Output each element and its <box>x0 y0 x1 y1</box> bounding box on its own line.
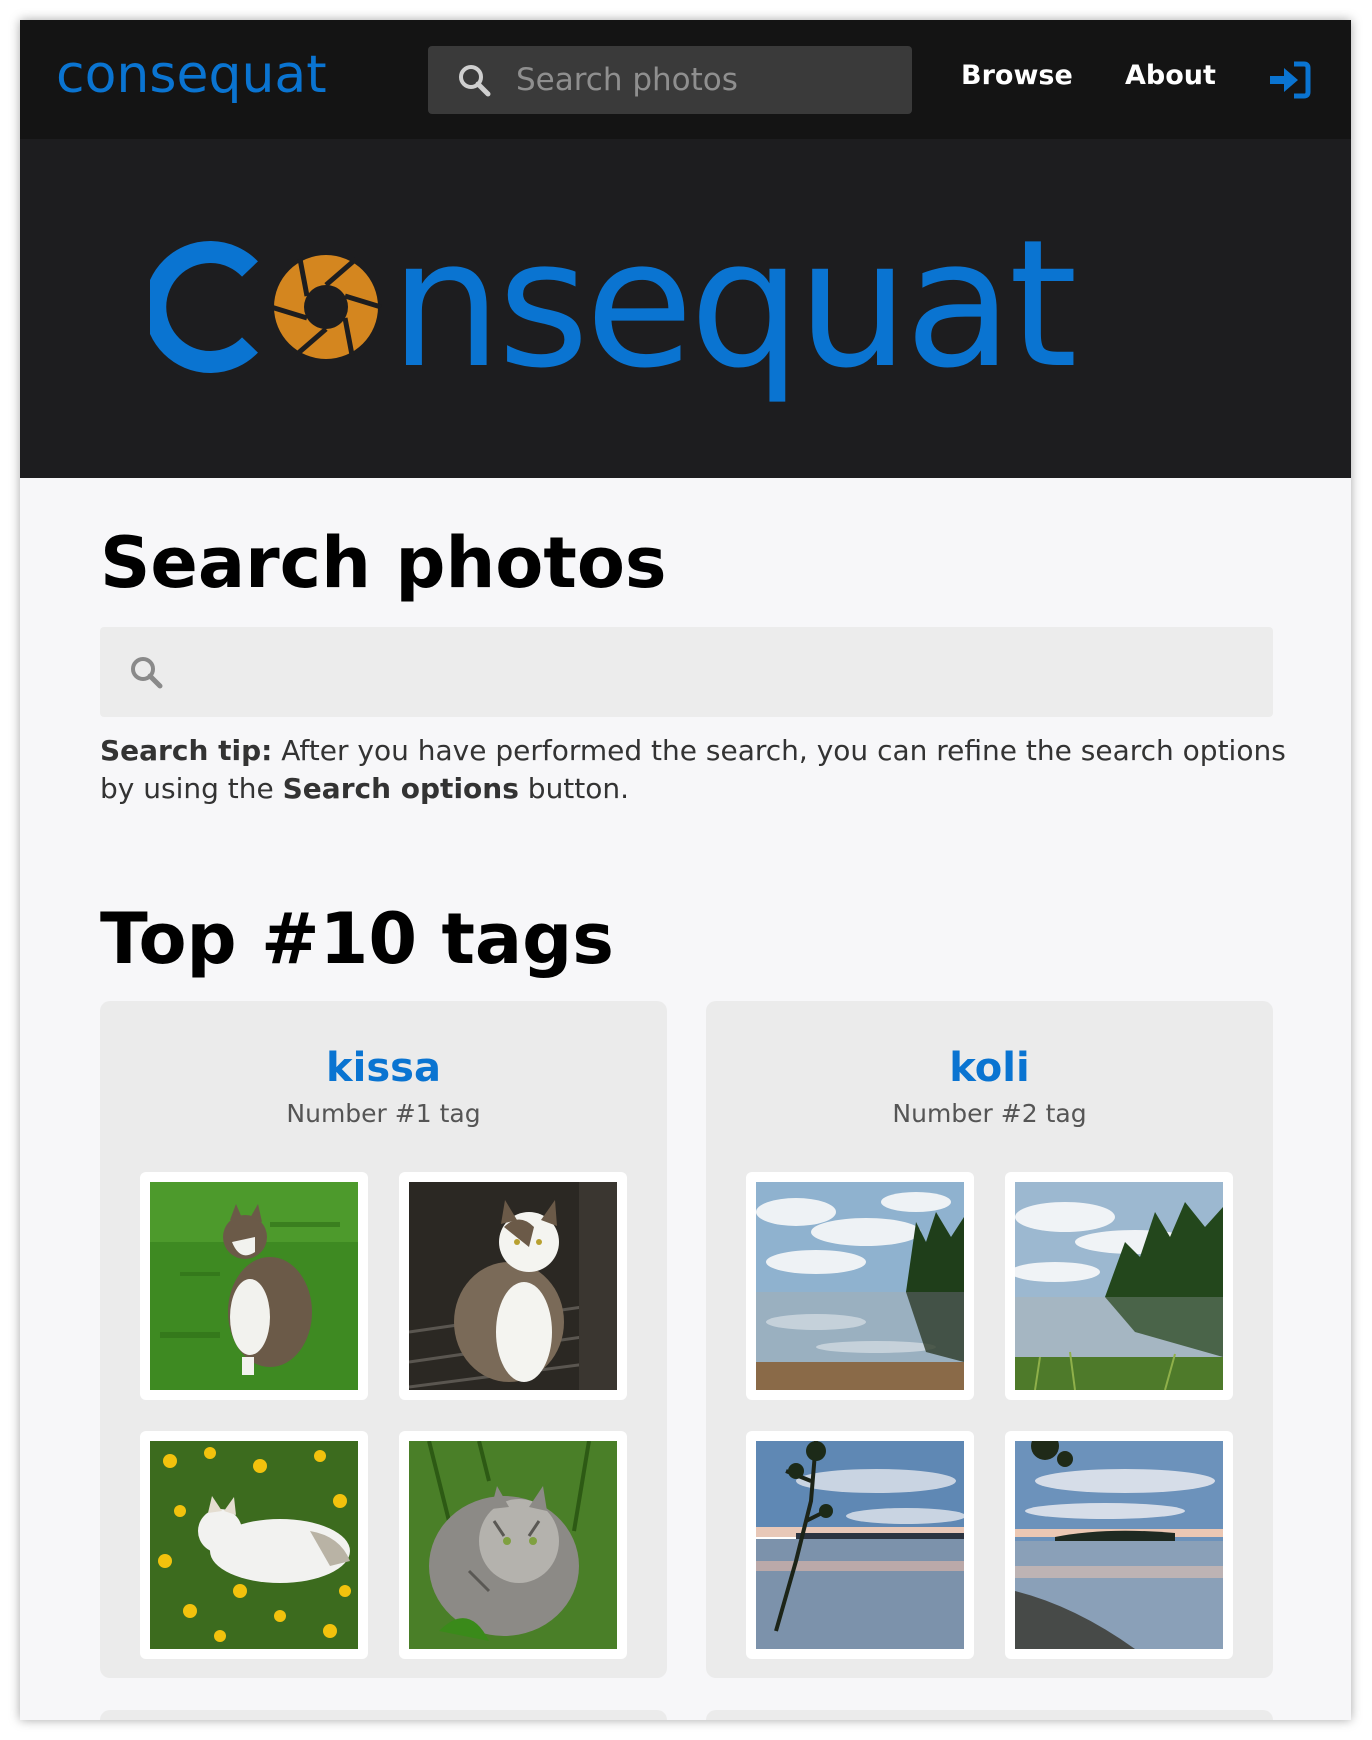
search-tip-text-end: button. <box>518 772 630 805</box>
search-options-ref: Search options <box>282 772 519 805</box>
photo-thumbnail[interactable] <box>746 1431 974 1659</box>
search-icon <box>131 657 163 689</box>
nav-link-browse[interactable]: Browse <box>961 60 1073 91</box>
tag-card-kissa: kissa Number #1 tag <box>100 1001 667 1678</box>
lake-photo-4 <box>1015 1441 1223 1649</box>
cat-photo-1 <box>150 1182 358 1390</box>
aperture-icon <box>270 255 382 359</box>
photo-thumbnail[interactable] <box>1005 1172 1233 1400</box>
nav-logo[interactable]: consequat <box>56 42 392 112</box>
photo-thumbnail[interactable] <box>746 1172 974 1400</box>
nav-link-about[interactable]: About <box>1125 60 1216 91</box>
page-frame: consequat Browse About <box>20 20 1351 1720</box>
sign-in-icon[interactable] <box>1268 60 1312 100</box>
tag-rank: Number #2 tag <box>892 1099 1087 1128</box>
main-search-input[interactable] <box>184 642 1273 702</box>
next-tag-cards <box>100 1710 1273 1720</box>
lake-photo-3 <box>756 1441 964 1649</box>
top-tags-heading: Top #10 tags <box>100 898 614 980</box>
banner-logo: nsequat <box>150 207 1078 407</box>
photo-thumbnail[interactable] <box>1005 1431 1233 1659</box>
cat-photo-2 <box>409 1182 617 1390</box>
hero-banner: nsequat <box>20 139 1351 478</box>
photo-thumbnail[interactable] <box>399 1172 627 1400</box>
search-heading: Search photos <box>100 522 667 604</box>
cat-photo-4 <box>409 1441 617 1649</box>
lake-photo-1 <box>756 1182 964 1390</box>
svg-text:nsequat: nsequat <box>390 207 1074 407</box>
top-navbar: consequat Browse About <box>20 20 1351 139</box>
nav-logo-text: consequat <box>56 45 327 105</box>
nav-search-input[interactable] <box>516 62 876 98</box>
photo-thumbnail[interactable] <box>399 1431 627 1659</box>
lake-photo-2 <box>1015 1182 1223 1390</box>
tag-rank: Number #1 tag <box>286 1099 481 1128</box>
photo-thumbnail[interactable] <box>140 1172 368 1400</box>
tag-link-kissa[interactable]: kissa <box>100 1045 667 1091</box>
tag-card-koli: koli Number #2 tag <box>706 1001 1273 1678</box>
search-icon <box>459 65 491 97</box>
photo-thumbnail[interactable] <box>140 1431 368 1659</box>
tag-link-koli[interactable]: koli <box>706 1045 1273 1091</box>
search-tip: Search tip: After you have performed the… <box>100 732 1290 808</box>
cat-photo-3 <box>150 1441 358 1649</box>
search-tip-text: After you have performed the search, you… <box>100 734 1286 805</box>
nav-search-box[interactable] <box>428 46 912 114</box>
main-search-box[interactable] <box>100 627 1273 717</box>
search-tip-label: Search tip: <box>100 734 273 767</box>
